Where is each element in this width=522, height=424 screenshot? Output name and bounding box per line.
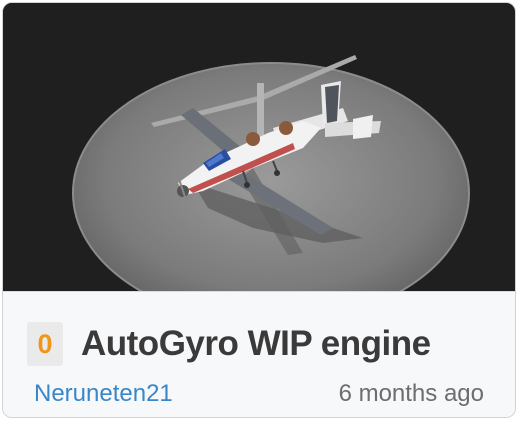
craft-card[interactable]: 0 AutoGyro WIP engine Neruneten21 6 mont… [2,2,516,418]
meta-row: Neruneten21 6 months ago [34,378,484,410]
card-info: 0 AutoGyro WIP engine Neruneten21 6 mont… [3,291,515,417]
craft-title-link[interactable]: AutoGyro WIP engine [81,324,431,364]
time-ago: 6 months ago [338,380,484,407]
score-badge: 0 [27,322,63,366]
author-link[interactable]: Neruneten21 [34,380,173,408]
title-row: 0 AutoGyro WIP engine [27,320,431,368]
craft-thumbnail[interactable] [3,3,515,291]
autogyro-render-image [3,3,515,291]
